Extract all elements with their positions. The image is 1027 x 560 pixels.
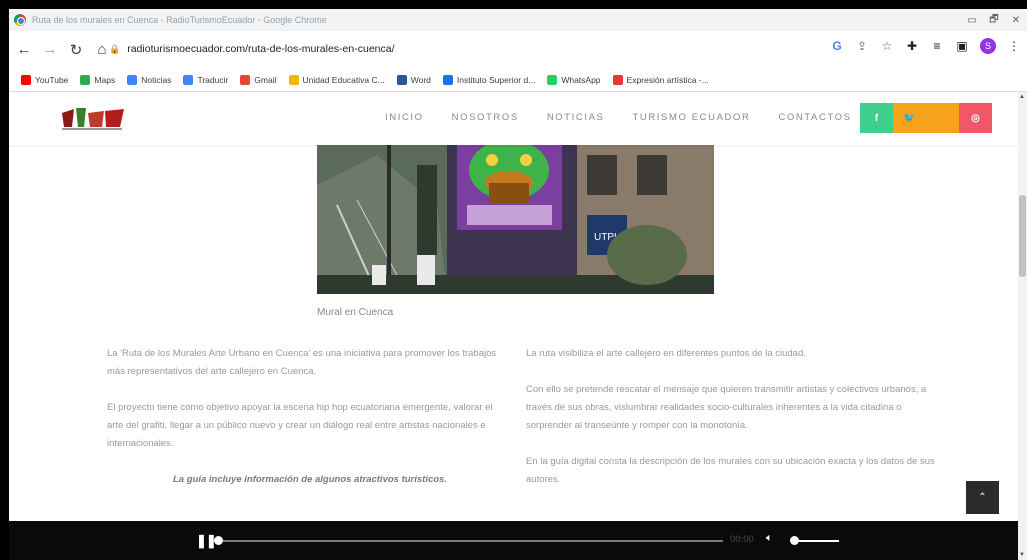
volume-bar[interactable] (799, 540, 839, 542)
back-arrow-icon[interactable]: ← (13, 39, 35, 61)
paragraph: La 'Ruta de los Murales Arte Urbano en C… (107, 348, 497, 377)
paragraph: En la guía digital consta la descripción… (526, 456, 935, 485)
profile-avatar[interactable]: S (980, 38, 996, 54)
paragraph: Con ello se pretende rescatar el mensaje… (526, 384, 927, 431)
chrome-icon (14, 14, 26, 26)
mute-icon[interactable]: 🔈︎ (766, 532, 773, 545)
bookmark-item[interactable]: Traducir (183, 74, 229, 85)
mural-photo: UTPL (317, 145, 714, 294)
bookmark-label: YouTube (35, 74, 69, 85)
extensions-icon[interactable]: ✚ (905, 39, 919, 53)
chevron-up-icon: ⌃ (978, 492, 987, 503)
bookmark-item[interactable]: Instituto Superior d... (442, 74, 536, 85)
nav-nosotros[interactable]: NOSOTROS (452, 112, 519, 123)
address-toolbar: ← → ↻ ⌂ 🔒 radioturismoecuador.com/ruta-d… (9, 31, 1027, 68)
bookmark-item[interactable]: YouTube (21, 74, 69, 85)
highlight-text: La guía incluye información de algunos a… (173, 474, 447, 485)
window-controls: ▭ 🗗 ✕ (961, 9, 1027, 31)
nav-inicio[interactable]: INICIO (385, 112, 424, 123)
toolbar-actions: G ⇪ ☆ ✚ ≡ ▣ S ⋮ (830, 38, 1021, 54)
paragraph: La ruta visibiliza el arte callejero en … (526, 348, 806, 359)
title-bar: Ruta de los murales en Cuenca - RadioTur… (9, 9, 1027, 31)
scrollbar-thumb[interactable] (1019, 195, 1026, 277)
bookmarks-bar: YouTube Maps Noticias Traducir Gmail Unidad E… (9, 68, 1027, 92)
whatsapp-icon (547, 74, 558, 85)
nav-noticias[interactable]: NOTICIAS (547, 112, 605, 123)
main-nav: INICIO NOSOTROS NOTICIAS TURISMO ECUADOR… (385, 112, 880, 123)
bookmark-label: Unidad Educativa C... (302, 74, 385, 85)
bookmark-label: Gmail (254, 74, 277, 85)
bookmark-label: Maps (94, 74, 116, 85)
site-header: INICIO NOSOTROS NOTICIAS TURISMO ECUADOR… (9, 92, 1018, 145)
social-links: f 🐦 ◎ (860, 103, 992, 133)
paragraph: El proyecto tiene como objetivo apoyar l… (107, 402, 493, 449)
pause-button[interactable]: ❚❚ (196, 533, 217, 549)
scroll-up-icon[interactable]: ▲ (1019, 94, 1025, 100)
maps-icon (80, 74, 91, 85)
instagram-icon[interactable]: ◎ (959, 103, 992, 133)
twitter-icon[interactable]: 🐦 (893, 103, 926, 133)
bookmark-item[interactable]: Noticias (127, 74, 172, 85)
lock-icon[interactable]: 🔒 (109, 44, 120, 55)
bookmark-item[interactable]: Expresión artística -... (612, 74, 709, 85)
share-icon[interactable]: ⇪ (855, 39, 869, 53)
image-caption: Mural en Cuenca (317, 307, 394, 318)
scroll-down-icon[interactable]: ▼ (1019, 552, 1025, 558)
translate-icon (183, 74, 194, 85)
scrollbar[interactable]: ▲ ▼ (1018, 92, 1027, 560)
gmail-icon (240, 74, 251, 85)
nav-turismo-ecuador[interactable]: TURISMO ECUADOR (632, 112, 750, 123)
art-icon (612, 74, 623, 85)
maximize-button[interactable]: 🗗 (983, 9, 1005, 31)
site-logo[interactable] (60, 105, 126, 131)
audio-player: ❚❚ 00:00 🔈︎ (9, 521, 1018, 560)
bookmark-label: Traducir (197, 74, 229, 85)
blank-icon[interactable] (926, 103, 959, 133)
forward-arrow-icon[interactable]: → (39, 39, 61, 61)
bookmark-item[interactable]: Unidad Educativa C... (288, 74, 385, 85)
bookmark-star-icon[interactable]: ☆ (880, 39, 894, 53)
bookmark-label: Noticias (141, 74, 172, 85)
news-icon (127, 74, 138, 85)
bookmark-item[interactable]: Maps (80, 74, 116, 85)
seek-bar[interactable] (223, 540, 723, 542)
bookmark-label: Word (410, 74, 431, 85)
back-to-top-button[interactable]: ⌃ (966, 481, 999, 514)
nav-contactos[interactable]: CONTACTOS (778, 112, 851, 123)
word-icon (396, 74, 407, 85)
facebook-icon[interactable]: f (860, 103, 893, 133)
close-button[interactable]: ✕ (1005, 9, 1027, 31)
menu-dots-icon[interactable]: ⋮ (1007, 39, 1021, 53)
address-bar[interactable]: 🔒 radioturismoecuador.com/ruta-de-los-mu… (109, 37, 849, 61)
institute-icon (442, 74, 453, 85)
bookmark-label: WhatsApp (561, 74, 601, 85)
bookmark-item[interactable]: WhatsApp (547, 74, 601, 85)
time-display: 00:00 (730, 534, 754, 545)
google-translate-icon[interactable]: G (830, 39, 844, 53)
bookmark-item[interactable]: Gmail (240, 74, 277, 85)
minimize-button[interactable]: ▭ (961, 9, 983, 31)
bookmark-item[interactable]: Word (396, 74, 431, 85)
side-panel-icon[interactable]: ▣ (955, 39, 969, 53)
bookmark-label: Instituto Superior d... (456, 74, 536, 85)
volume-handle[interactable] (790, 536, 799, 545)
article-left-column: La 'Ruta de los Murales Arte Urbano en C… (107, 345, 507, 507)
seek-handle[interactable] (214, 536, 223, 545)
youtube-icon (21, 74, 31, 85)
url-text[interactable]: radioturismoecuador.com/ruta-de-los-mura… (127, 43, 394, 55)
window-title: Ruta de los murales en Cuenca - RadioTur… (32, 15, 327, 25)
bookmark-label: Expresión artística -... (626, 74, 709, 85)
page-viewport: INICIO NOSOTROS NOTICIAS TURISMO ECUADOR… (9, 92, 1018, 521)
reload-icon[interactable]: ↻ (65, 39, 87, 61)
browser-window: Ruta de los murales en Cuenca - RadioTur… (0, 0, 1027, 560)
reading-list-icon[interactable]: ≡ (930, 39, 944, 53)
article-right-column: La ruta visibiliza el arte callejero en … (526, 345, 946, 507)
school-icon (288, 74, 299, 85)
